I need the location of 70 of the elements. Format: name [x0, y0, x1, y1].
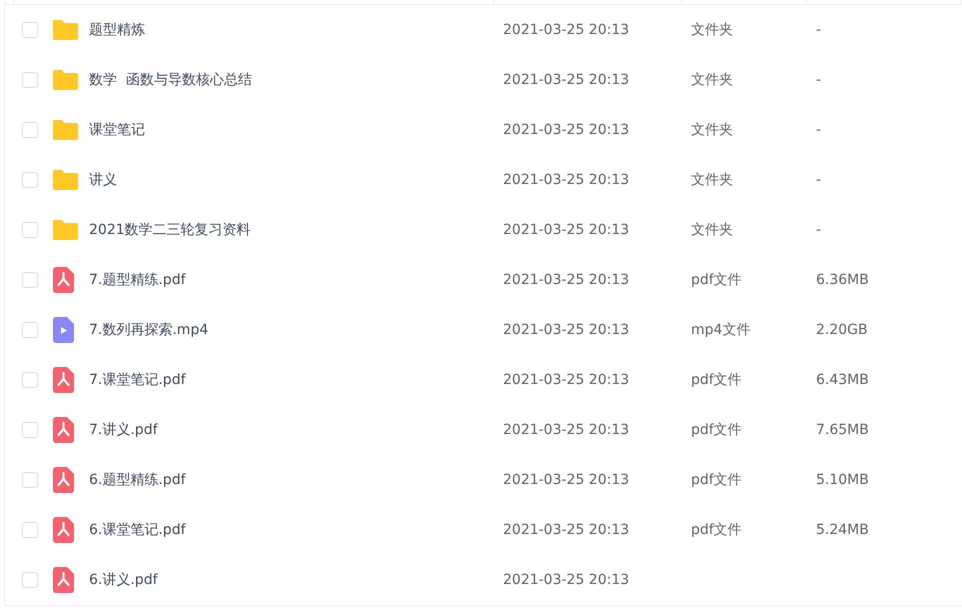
file-name[interactable]: 题型精炼 [89, 22, 145, 38]
checkbox[interactable] [22, 522, 38, 538]
folder-icon [53, 170, 78, 190]
file-size: - [816, 222, 822, 238]
modified-date: 2021-03-25 20:13 [503, 522, 630, 538]
file-type: pdf文件 [691, 472, 742, 488]
file-type: 文件夹 [691, 22, 733, 38]
file-type: 文件夹 [691, 122, 733, 138]
file-name[interactable]: 7.数列再探索.mp4 [89, 322, 208, 338]
file-name[interactable]: 课堂笔记 [89, 122, 145, 138]
modified-date: 2021-03-25 20:13 [503, 422, 630, 438]
file-size: - [816, 72, 822, 88]
file-size: 7.65MB [816, 422, 869, 438]
pdf-file-icon [53, 517, 74, 543]
modified-date: 2021-03-25 20:13 [503, 72, 630, 88]
pdf-file-icon [53, 567, 74, 593]
file-size: 2.20GB [816, 322, 868, 338]
file-name[interactable]: 数学 函数与导数核心总结 [89, 72, 252, 88]
checkbox[interactable] [22, 122, 38, 138]
checkbox[interactable] [22, 172, 38, 188]
file-name[interactable]: 6.讲义.pdf [89, 572, 158, 588]
file-size: - [816, 172, 822, 188]
checkbox[interactable] [22, 322, 38, 338]
modified-date: 2021-03-25 20:13 [503, 322, 630, 338]
modified-date: 2021-03-25 20:13 [503, 472, 630, 488]
file-size: 6.36MB [816, 272, 869, 288]
file-type: pdf文件 [691, 372, 742, 388]
file-name[interactable]: 7.讲义.pdf [89, 422, 158, 438]
file-size: - [816, 22, 822, 38]
file-size: 5.24MB [816, 522, 869, 538]
checkbox[interactable] [22, 372, 38, 388]
file-type: mp4文件 [691, 322, 750, 338]
checkbox[interactable] [22, 22, 38, 38]
file-name[interactable]: 6.课堂笔记.pdf [89, 522, 186, 538]
modified-date: 2021-03-25 20:13 [503, 122, 630, 138]
file-size: 6.43MB [816, 372, 869, 388]
file-name[interactable]: 7.课堂笔记.pdf [89, 372, 186, 388]
modified-date: 2021-03-25 20:13 [503, 22, 630, 38]
pdf-file-icon [53, 467, 74, 493]
folder-icon [53, 20, 78, 40]
file-size: - [816, 122, 822, 138]
modified-date: 2021-03-25 20:13 [503, 172, 630, 188]
checkbox[interactable] [22, 72, 38, 88]
folder-icon [53, 220, 78, 240]
pdf-file-icon [53, 267, 74, 293]
file-type: 文件夹 [691, 172, 733, 188]
file-name[interactable]: 2021数学二三轮复习资料 [89, 222, 251, 238]
checkbox[interactable] [22, 472, 38, 488]
video-file-icon [53, 317, 74, 343]
folder-icon [53, 120, 78, 140]
pdf-file-icon [53, 417, 74, 443]
modified-date: 2021-03-25 20:13 [503, 372, 630, 388]
modified-date: 2021-03-25 20:13 [503, 222, 630, 238]
checkbox[interactable] [22, 272, 38, 288]
file-type: 文件夹 [691, 222, 733, 238]
pdf-file-icon [53, 367, 74, 393]
file-size: 5.10MB [816, 472, 869, 488]
folder-icon [53, 70, 78, 90]
file-type: pdf文件 [691, 272, 742, 288]
modified-date: 2021-03-25 20:13 [503, 272, 630, 288]
file-type: pdf文件 [691, 422, 742, 438]
modified-date: 2021-03-25 20:13 [503, 572, 630, 588]
file-name[interactable]: 7.题型精练.pdf [89, 272, 186, 288]
file-type: 文件夹 [691, 72, 733, 88]
checkbox[interactable] [22, 222, 38, 238]
checkbox[interactable] [22, 572, 38, 588]
checkbox[interactable] [22, 422, 38, 438]
file-name[interactable]: 6.题型精练.pdf [89, 472, 186, 488]
file-type: pdf文件 [691, 522, 742, 538]
file-name[interactable]: 讲义 [89, 172, 117, 188]
